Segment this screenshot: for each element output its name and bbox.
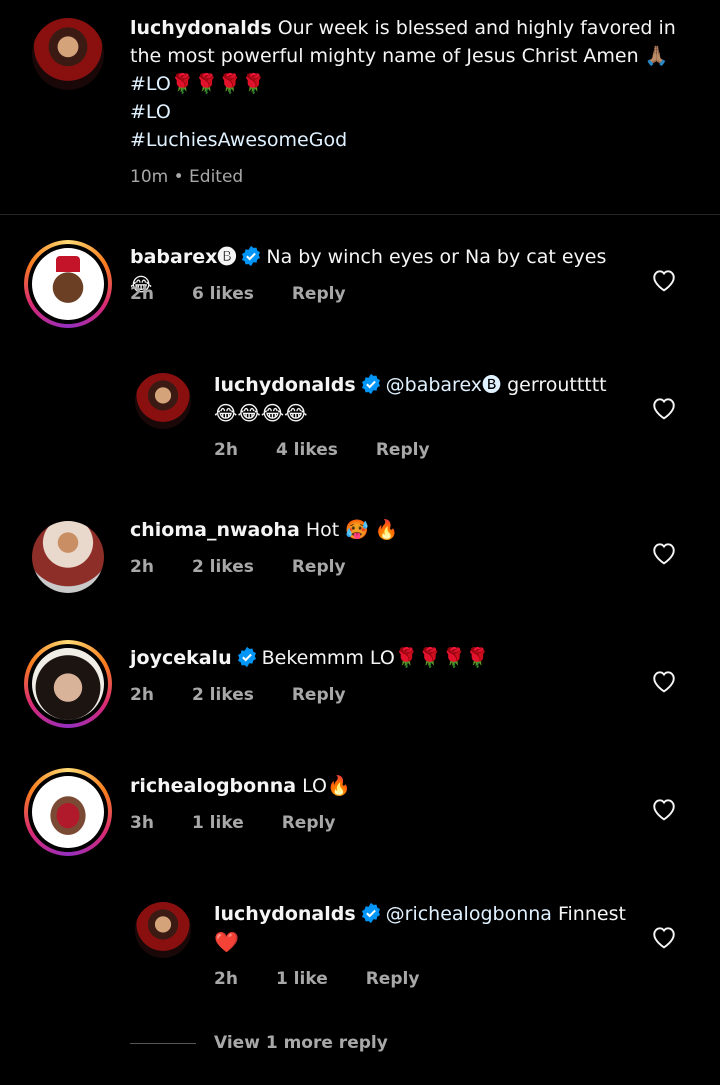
- comment-5-like-heart-icon[interactable]: [651, 797, 677, 821]
- comment-6-text: luchydonalds @richealogbonna Finnest ❤️: [214, 900, 634, 957]
- comment-2-text: luchydonalds @babarex🅑 gerrouttttt 😂😂😂😂: [214, 371, 634, 428]
- comment-5-reply-button[interactable]: Reply: [282, 813, 336, 833]
- comment-1-reply-button[interactable]: Reply: [292, 284, 346, 304]
- comment-3-like-heart-icon[interactable]: [651, 541, 677, 565]
- comment-3-reply-button[interactable]: Reply: [292, 557, 346, 577]
- comment-3-text: chioma_nwaoha Hot 🥵 🔥: [130, 516, 630, 544]
- verified-badge-icon: [237, 646, 256, 668]
- comment-4-body: Bekemmm LO🌹🌹🌹🌹: [261, 647, 490, 669]
- view-more-line: [130, 1043, 196, 1044]
- red-cap-icon: [56, 256, 80, 272]
- comment-4-reply-button[interactable]: Reply: [292, 685, 346, 705]
- comment-3-meta: 2h 2 likes Reply: [130, 557, 346, 577]
- comment-3-avatar[interactable]: [32, 521, 104, 593]
- comment-1-like-heart-icon[interactable]: [651, 268, 677, 292]
- comment-4-avatar[interactable]: [24, 640, 112, 728]
- comment-6-body: Finnest: [557, 903, 626, 925]
- comment-6-avatar[interactable]: [135, 902, 191, 958]
- comment-3-likes[interactable]: 2 likes: [192, 557, 254, 577]
- comment-5-username[interactable]: richealogbonna: [130, 775, 296, 797]
- comment-1-meta: 2h 6 likes Reply: [130, 284, 382, 304]
- caption-username[interactable]: luchydonalds: [130, 17, 272, 39]
- comment-6-time: 2h: [214, 969, 238, 989]
- comment-5-body: LO🔥: [302, 775, 351, 797]
- comment-2-time: 2h: [214, 440, 238, 460]
- caption-edited: Edited: [189, 167, 244, 187]
- hashtag-3[interactable]: #LuchiesAwesomeGod: [130, 126, 347, 154]
- view-more-replies-button[interactable]: View 1 more reply: [214, 1033, 388, 1053]
- caption-meta: 10m • Edited: [130, 167, 244, 187]
- comment-5-time: 3h: [130, 813, 154, 833]
- divider: [0, 214, 720, 215]
- verified-badge-icon: [361, 902, 380, 924]
- caption-text: luchydonalds Our week is blessed and hig…: [130, 14, 680, 70]
- hashtag-1[interactable]: #LO🌹🌹🌹🌹: [130, 70, 265, 98]
- comment-2-body: gerrouttttt: [507, 374, 607, 396]
- comment-5-meta: 3h 1 like Reply: [130, 813, 335, 833]
- comment-2-mention[interactable]: @babarex🅑: [386, 374, 501, 396]
- comment-4-time: 2h: [130, 685, 154, 705]
- verified-badge-icon: [361, 373, 380, 395]
- comment-1-time: 2h: [130, 284, 154, 304]
- verified-badge-icon: [242, 245, 261, 267]
- comment-3-username[interactable]: chioma_nwaoha: [130, 519, 300, 541]
- comment-1-avatar[interactable]: [24, 240, 112, 328]
- comment-2-username[interactable]: luchydonalds: [214, 374, 356, 396]
- comment-4-text: joycekalu Bekemmm LO🌹🌹🌹🌹: [130, 644, 630, 672]
- hashtag-2[interactable]: #LO: [130, 98, 171, 126]
- comment-4-username[interactable]: joycekalu: [130, 647, 232, 669]
- comment-1-likes[interactable]: 6 likes: [192, 284, 254, 304]
- comment-6-likes[interactable]: 1 like: [276, 969, 328, 989]
- comment-3-time: 2h: [130, 557, 154, 577]
- comment-2-likes[interactable]: 4 likes: [276, 440, 338, 460]
- comment-5-likes[interactable]: 1 like: [192, 813, 244, 833]
- comment-6-username[interactable]: luchydonalds: [214, 903, 356, 925]
- comment-2-like-heart-icon[interactable]: [651, 396, 677, 420]
- comment-2-meta: 2h 4 likes Reply: [214, 440, 430, 460]
- comment-6-meta: 2h 1 like Reply: [214, 969, 419, 989]
- caption-avatar[interactable]: [32, 18, 104, 90]
- comment-2-emoji: 😂😂😂😂: [214, 401, 308, 425]
- comment-2-avatar[interactable]: [135, 373, 191, 429]
- comment-4-meta: 2h 2 likes Reply: [130, 685, 346, 705]
- comment-4-likes[interactable]: 2 likes: [192, 685, 254, 705]
- comment-5-avatar[interactable]: [24, 768, 112, 856]
- comment-2-reply-button[interactable]: Reply: [376, 440, 430, 460]
- comment-3-body: Hot 🥵 🔥: [305, 519, 399, 541]
- comment-5-text: richealogbonna LO🔥: [130, 772, 630, 800]
- comment-4-like-heart-icon[interactable]: [651, 669, 677, 693]
- comment-6-mention[interactable]: @richealogbonna: [386, 903, 552, 925]
- comment-6-emoji: ❤️: [214, 930, 239, 954]
- comment-6-reply-button[interactable]: Reply: [366, 969, 420, 989]
- comment-1-username[interactable]: babarex🅑: [130, 246, 236, 268]
- comment-6-like-heart-icon[interactable]: [651, 925, 677, 949]
- caption-time: 10m: [130, 167, 169, 187]
